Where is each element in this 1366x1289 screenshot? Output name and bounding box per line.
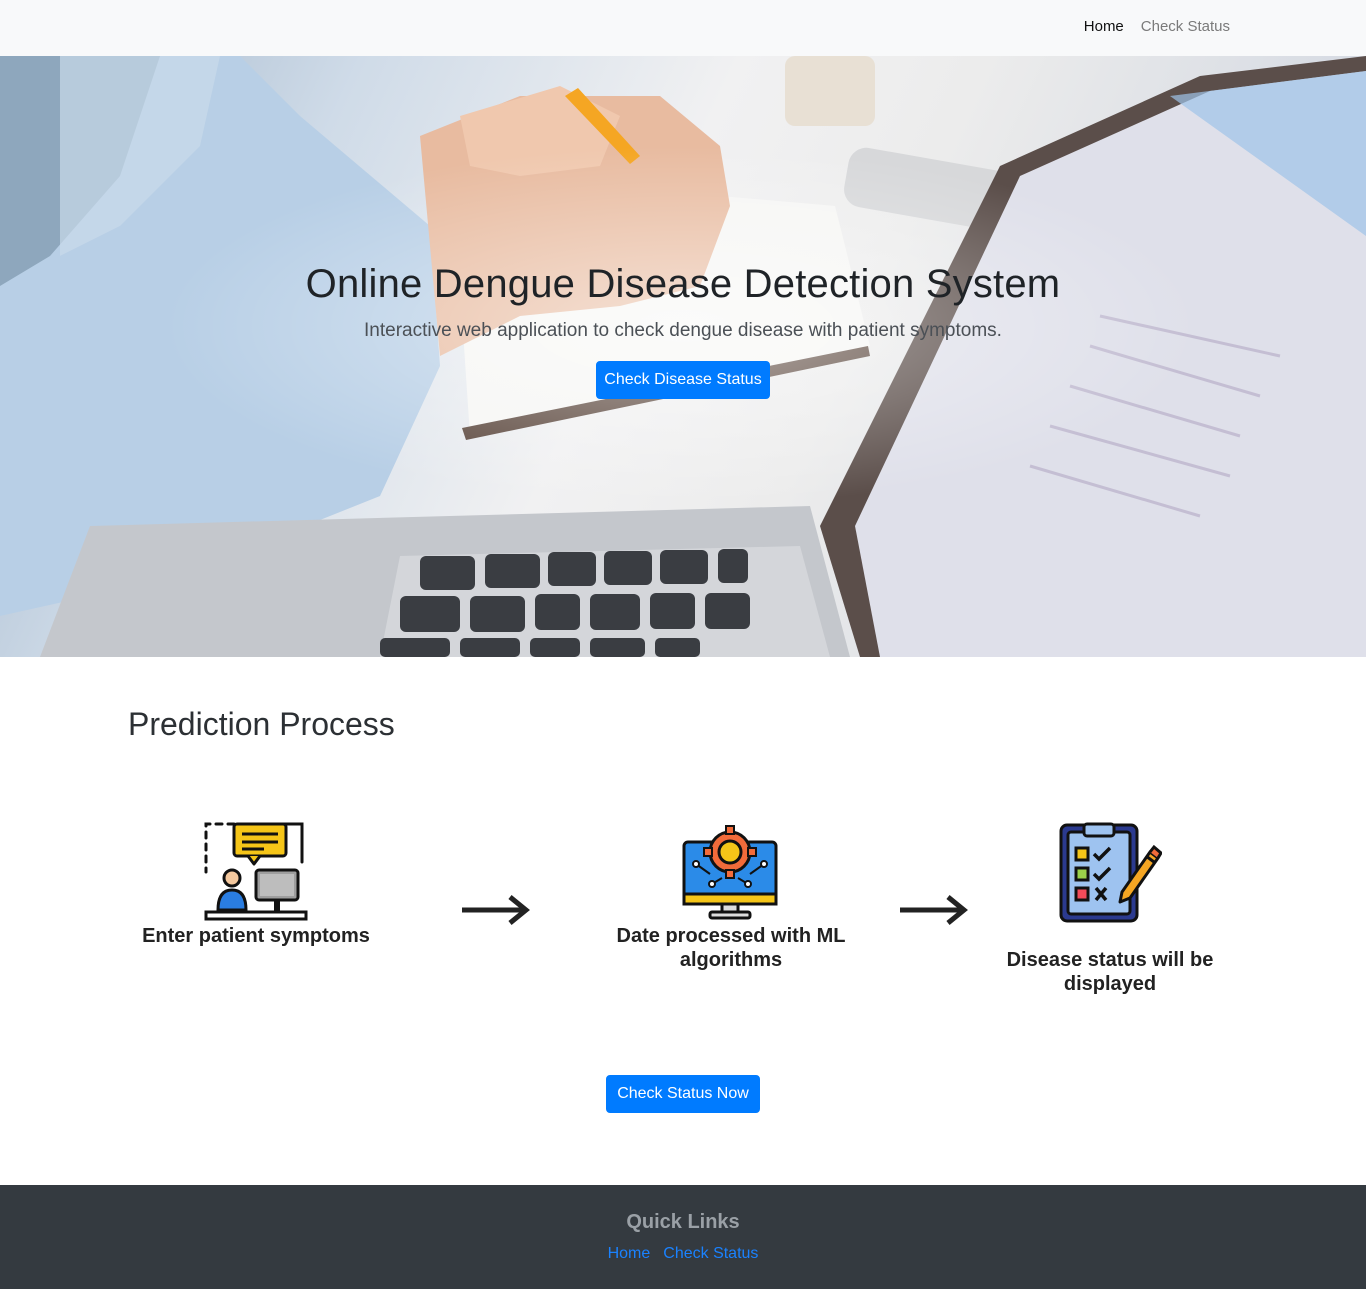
hero-subtitle: Interactive web application to check den… [364, 320, 1002, 341]
process-step-1: Enter patient symptoms [126, 924, 386, 948]
nav-link-check-status[interactable]: Check Status [1141, 18, 1230, 35]
right-arrow-icon [900, 895, 968, 925]
hero-overlay [0, 56, 1366, 657]
right-arrow-icon [462, 895, 530, 925]
hero-title: Online Dengue Disease Detection System [305, 262, 1061, 306]
patient-computer-chat-icon [204, 822, 308, 921]
process-step-2: Date processed with ML algorithms [600, 924, 862, 972]
step-label: Date processed with ML algorithms [616, 925, 846, 971]
footer-links: Home Check Status [0, 1245, 1366, 1263]
nav-link-home[interactable]: Home [1084, 18, 1124, 35]
footer-link-home[interactable]: Home [608, 1245, 651, 1263]
step-label: Enter patient symptoms [142, 925, 370, 947]
nav-links: Home Check Status [1084, 18, 1230, 35]
check-status-now-button[interactable]: Check Status Now [606, 1075, 760, 1113]
process-step-3: Disease status will be displayed [990, 948, 1230, 996]
footer: Quick Links Home Check Status [0, 1185, 1366, 1289]
section-title: Prediction Process [128, 706, 395, 742]
footer-link-check-status[interactable]: Check Status [663, 1245, 758, 1263]
hero-banner: Online Dengue Disease Detection System I… [0, 56, 1366, 657]
footer-title: Quick Links [626, 1211, 740, 1233]
navbar: Home Check Status [0, 0, 1366, 56]
clipboard-checklist-icon [1059, 822, 1162, 923]
step-label: Disease status will be displayed [1006, 949, 1214, 995]
check-disease-status-button[interactable]: Check Disease Status [596, 361, 770, 399]
monitor-gear-icon [682, 825, 778, 920]
